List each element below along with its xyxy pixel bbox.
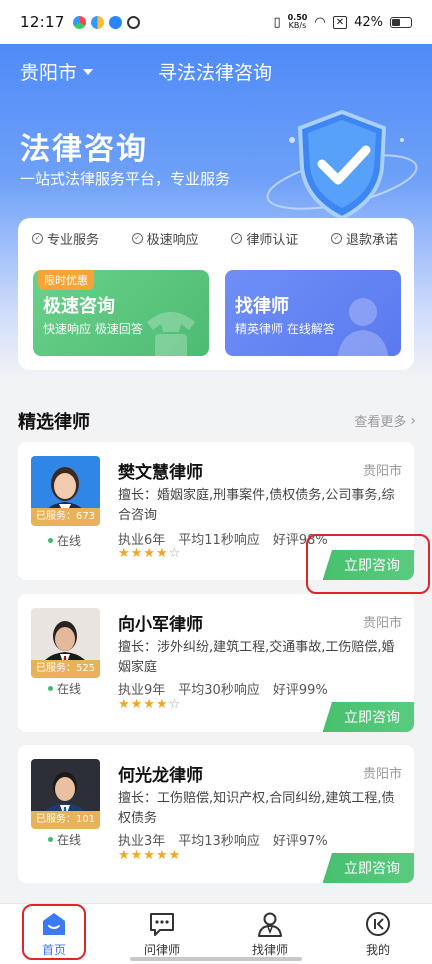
lawyer-location: 贵阳市 (362, 767, 402, 782)
nav-home[interactable]: 首页 (0, 904, 108, 964)
chat-icon (150, 913, 174, 936)
lawyer-name: 向小军律师 (118, 615, 203, 635)
lawyer-card[interactable]: 已服务：101人 在线 何光龙律师 贵阳市 擅长：工伤赔偿,知识产权,合同纠纷,… (18, 745, 414, 883)
app-title: 寻法法律咨询 (158, 62, 273, 84)
battery-icon (390, 16, 412, 28)
phone-icon (147, 312, 195, 356)
feature-item: ✓ 律师认证 (231, 229, 298, 248)
profile-icon (366, 912, 390, 936)
home-icon (43, 913, 65, 935)
lawyer-stats: 执业9年 平均30秒响应 好评99% (118, 683, 328, 698)
feature-list: ✓ 专业服务 ✓ 极速响应 ✓ 律师认证 ✓ 退款承诺 (18, 218, 414, 248)
served-count: 已服务：525人 (31, 660, 100, 692)
vibrate-icon: ▯ (273, 14, 281, 30)
view-more-link[interactable]: 查看更多 › (354, 411, 416, 431)
online-dot-icon (48, 538, 53, 543)
consult-button[interactable]: 立即咨询 (322, 702, 414, 732)
online-status: 在线 (48, 680, 81, 697)
network-speed: 0.50 KB/s (287, 13, 308, 30)
feature-item: ✓ 极速响应 (131, 229, 199, 248)
find-lawyer-tile[interactable]: 找律师 精英律师 在线解答 (225, 270, 401, 356)
lawyer-specialty: 擅长：涉外纠纷,建筑工程,交通事故,工伤赔偿,婚姻家庭 (118, 640, 395, 675)
chevron-right-icon: › (410, 412, 416, 429)
lawyer-card[interactable]: 已服务：673人 在线 樊文慧律师 贵阳市 擅长：婚姻家庭,刑事案件,债权债务,… (18, 442, 414, 580)
status-time: 12:17 (20, 13, 65, 31)
nav-ask-lawyer[interactable]: 问律师 (108, 904, 216, 964)
hero-title: 法律咨询 (20, 132, 148, 167)
app-notification-icon (72, 15, 86, 29)
gesture-bar (130, 957, 302, 961)
city-selector[interactable]: 贵阳市 (20, 58, 94, 85)
city-label: 贵阳市 (20, 62, 78, 84)
check-circle-icon: ✓ (231, 233, 243, 244)
lawyer-stats: 执业3年 平均13秒响应 好评97% (118, 834, 328, 849)
app-notification-icon (108, 15, 122, 29)
section-title: 精选律师 (18, 412, 90, 433)
service-card: ✓ 专业服务 ✓ 极速响应 ✓ 律师认证 ✓ 退款承诺 限时优惠 极速咨询 快速响应 极… (18, 218, 414, 370)
lawyer-name: 樊文慧律师 (118, 463, 203, 483)
consult-button[interactable]: 立即咨询 (322, 550, 414, 580)
sim-icon: ✕ (332, 15, 348, 29)
promo-badge: 限时优惠 (38, 270, 94, 290)
tile-title: 极速咨询 (43, 296, 115, 317)
shield-check-icon (266, 109, 418, 221)
person-icon (337, 298, 389, 356)
battery-level: 42% (354, 14, 383, 30)
notification-icons (72, 15, 140, 29)
served-count: 已服务：673人 (31, 508, 100, 540)
check-circle-icon: ✓ (131, 233, 143, 244)
rating-stars: ★★★★☆ (118, 546, 182, 561)
online-dot-icon (48, 686, 53, 691)
tile-title: 找律师 (235, 296, 289, 317)
status-bar: 12:17 ▯ 0.50 KB/s ◠ ✕ 42% (0, 0, 432, 44)
caret-down-icon (83, 68, 94, 75)
app-notification-icon (126, 15, 140, 29)
lawyer-specialty: 擅长：婚姻家庭,刑事案件,债权债务,公司事务,综合咨询 (118, 488, 395, 523)
online-status: 在线 (48, 831, 81, 848)
rating-stars: ★★★★★ (118, 848, 182, 863)
feature-item: ✓ 退款承诺 (330, 229, 398, 248)
check-circle-icon: ✓ (330, 233, 342, 244)
hero-subtitle: 一站式法律服务平台，专业服务 (20, 170, 231, 188)
rating-stars: ★★★★☆ (118, 697, 182, 712)
nav-find-lawyer[interactable]: 找律师 (216, 904, 324, 964)
wifi-icon: ◠ (314, 14, 326, 30)
lawyer-icon (258, 912, 282, 937)
consult-button[interactable]: 立即咨询 (322, 853, 414, 883)
lawyer-card[interactable]: 已服务：525人 在线 向小军律师 贵阳市 擅长：涉外纠纷,建筑工程,交通事故,… (18, 594, 414, 732)
lawyer-location: 贵阳市 (362, 464, 402, 479)
check-circle-icon: ✓ (32, 233, 43, 244)
online-dot-icon (48, 837, 53, 842)
nav-profile[interactable]: 我的 (324, 904, 432, 964)
tile-desc: 精英律师 在线解答 (235, 322, 335, 336)
app-notification-icon (90, 15, 104, 29)
served-count: 已服务：101人 (31, 811, 100, 843)
feature-item: ✓ 专业服务 (32, 229, 99, 248)
online-status: 在线 (48, 532, 81, 549)
tile-desc: 快速响应 极速回答 (43, 322, 143, 336)
lawyer-name: 何光龙律师 (118, 766, 203, 786)
quick-consult-tile[interactable]: 限时优惠 极速咨询 快速响应 极速回答 (33, 270, 209, 356)
lawyer-specialty: 擅长：工伤赔偿,知识产权,合同纠纷,建筑工程,债权债务 (118, 791, 395, 826)
lawyer-location: 贵阳市 (362, 616, 402, 631)
bottom-nav: 首页 问律师 找律师 我的 (0, 903, 432, 964)
